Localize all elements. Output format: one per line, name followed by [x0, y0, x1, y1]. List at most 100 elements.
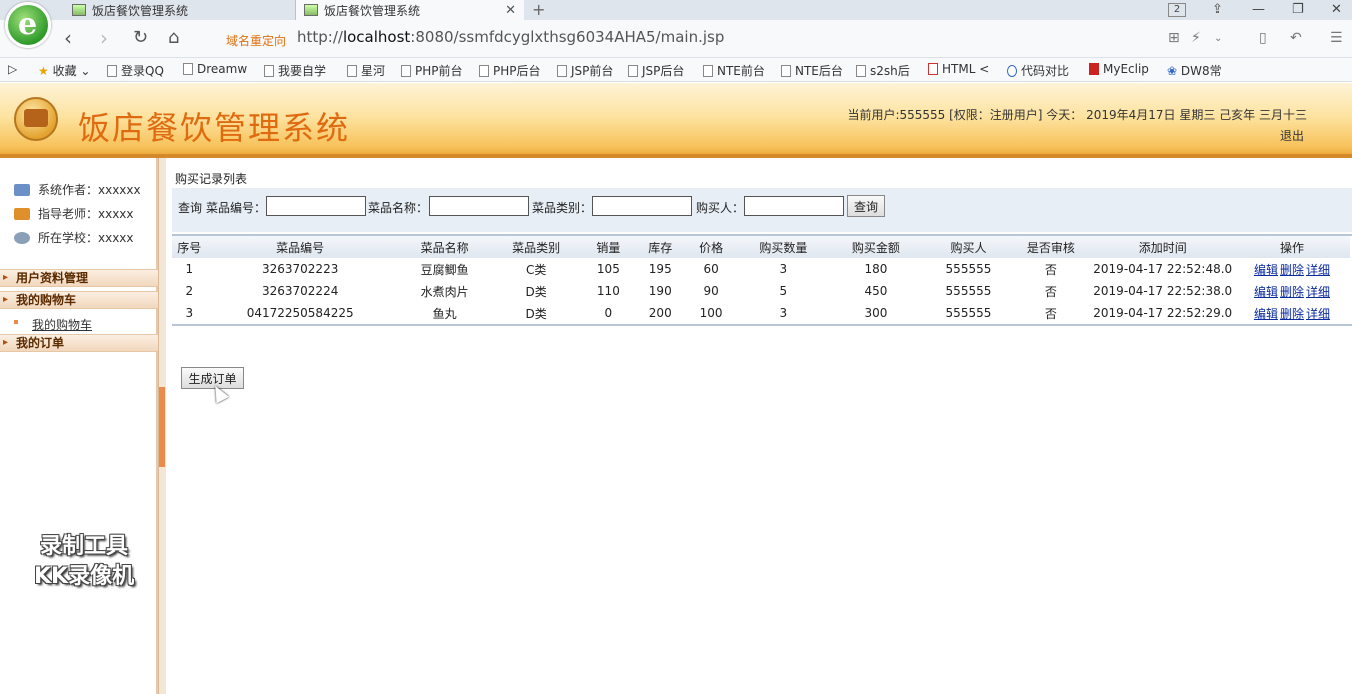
search-button[interactable]: 查询 [847, 195, 885, 217]
cell-dish-name: 豆腐鲫鱼 [420, 262, 469, 277]
bookmark-item[interactable]: Dreamw [183, 62, 247, 76]
page-favicon-icon [304, 4, 318, 16]
page-favicon-icon [72, 4, 86, 16]
column-header: 添加时间 [1138, 240, 1187, 255]
grid-icon[interactable]: ⊞ [1168, 30, 1180, 46]
menu-icon[interactable]: ☰ [1330, 30, 1343, 46]
logout-link[interactable]: 退出 [1280, 127, 1304, 144]
bookmark-icon[interactable]: ▯ [1259, 30, 1267, 46]
cell-dish-code: 04172250584225 [246, 306, 354, 320]
sidebar-toggle-icon[interactable]: ▷ [8, 62, 17, 76]
cell-quantity: 5 [779, 284, 788, 298]
column-header: 价格 [699, 240, 724, 255]
menu-shopping-cart[interactable]: 我的购物车 [0, 291, 158, 309]
bookmark-item[interactable]: 我要自学 [264, 62, 326, 79]
page-icon [781, 65, 791, 77]
bookmark-item[interactable]: 登录QQ [107, 62, 164, 79]
search-bar: 查询 菜品编号： 菜品名称： 菜品类别： 购买人： 查询 [172, 188, 1352, 232]
bookmark-item[interactable]: HTML < [928, 62, 989, 76]
menu-user-profile[interactable]: 用户资料管理 [0, 269, 158, 287]
sidebar: 系统作者：xxxxxx 指导老师：xxxxx 所在学校：xxxxx 用户资料管理… [0, 158, 160, 694]
forward-icon[interactable]: › [100, 26, 108, 50]
browser-tab-active[interactable]: 饭店餐饮管理系统 ✕ [296, 0, 524, 20]
sidebar-collapse-handle[interactable] [159, 387, 165, 467]
dish-category-input[interactable] [592, 196, 692, 216]
bookmark-item[interactable]: PHP后台 [479, 62, 541, 79]
bookmark-item[interactable]: 星河 [347, 62, 385, 79]
compare-icon [1007, 65, 1017, 77]
star-icon: ★ [38, 64, 49, 78]
cell-price: 90 [703, 284, 719, 298]
user-info: 当前用户:555555 [权限：注册用户] 今天： 2019年4月17日 星期三… [847, 108, 1307, 122]
bookmark-item[interactable]: s2sh后 [856, 62, 910, 79]
bookmark-item[interactable]: NTE前台 [703, 62, 765, 79]
cell-actions: 编辑 删除 详细 [1234, 258, 1350, 280]
delete-link[interactable]: 删除 [1280, 263, 1304, 277]
bookmark-item[interactable]: 代码对比 [1007, 62, 1069, 79]
submenu-my-cart[interactable]: 我的购物车 [32, 316, 92, 333]
undo-icon[interactable]: ↶ [1290, 30, 1302, 46]
chevron-down-icon[interactable]: ⌄ [1214, 33, 1222, 44]
tab-count-badge[interactable]: 2 [1168, 3, 1186, 17]
cell-category: C类 [525, 262, 547, 277]
home-icon[interactable]: ⌂ [168, 26, 179, 50]
detail-link[interactable]: 详细 [1306, 263, 1330, 277]
search-prefix-label: 查询 [178, 201, 203, 215]
edit-link[interactable]: 编辑 [1254, 263, 1278, 277]
dish-name-input[interactable] [429, 196, 529, 216]
close-window-icon[interactable]: ✕ [1331, 0, 1342, 20]
cell-quantity: 3 [779, 262, 788, 276]
cell-sales: 0 [604, 306, 613, 320]
cell-added-time: 2019-04-17 22:52:29.0 [1093, 306, 1233, 320]
delete-link[interactable]: 删除 [1280, 285, 1304, 299]
edit-link[interactable]: 编辑 [1254, 307, 1278, 321]
bookmark-icon [183, 63, 193, 75]
refresh-icon[interactable]: ↻ [133, 26, 148, 50]
restore-icon[interactable]: ❐ [1292, 0, 1304, 20]
cell-added-time: 2019-04-17 22:52:48.0 [1093, 262, 1233, 276]
cell-actions: 编辑 删除 详细 [1234, 302, 1350, 324]
new-tab-icon[interactable]: + [532, 0, 545, 20]
bookmark-item[interactable]: ❀ DW8常 [1167, 62, 1222, 79]
browser-tab[interactable]: 饭店餐饮管理系统 [64, 0, 296, 20]
edit-link[interactable]: 编辑 [1254, 285, 1278, 299]
school-info: 所在学校：xxxxx [14, 229, 134, 246]
app-title: 饭店餐饮管理系统 [78, 109, 351, 147]
back-icon[interactable]: ‹ [64, 26, 72, 50]
url-path: :8080/ssmfdcyglxthsg6034AHA5/main.jsp [410, 28, 725, 46]
bookmark-item[interactable]: JSP后台 [628, 62, 684, 79]
page-icon [703, 65, 713, 77]
buyer-label: 购买人： [696, 201, 745, 215]
page-icon [401, 65, 411, 77]
cell-dish-code: 3263702223 [261, 262, 339, 276]
myeclipse-icon [1089, 63, 1099, 75]
bookmark-item[interactable]: JSP前台 [557, 62, 613, 79]
delete-link[interactable]: 删除 [1280, 307, 1304, 321]
cell-sales: 110 [596, 284, 620, 298]
detail-link[interactable]: 详细 [1306, 307, 1330, 321]
url-input[interactable]: http://localhost:8080/ssmfdcyglxthsg6034… [297, 28, 724, 46]
cell-price: 60 [703, 262, 719, 276]
column-header: 菜品编号 [276, 240, 325, 255]
cell-dish-name: 鱼丸 [432, 306, 457, 321]
bookmark-item[interactable]: NTE后台 [781, 62, 843, 79]
bookmark-item[interactable]: ★ 收藏 ⌄ [38, 62, 90, 79]
list-title: 购买记录列表 [175, 172, 248, 186]
bookmark-icon [264, 65, 274, 77]
dish-code-input[interactable] [266, 196, 366, 216]
detail-link[interactable]: 详细 [1306, 285, 1330, 299]
buyer-input[interactable] [744, 196, 844, 216]
bookmark-item[interactable]: MyEclip [1089, 62, 1149, 76]
pin-icon[interactable]: ⇪ [1212, 0, 1223, 20]
column-header: 购买人 [950, 240, 987, 255]
bookmark-item[interactable]: PHP前台 [401, 62, 463, 79]
briefcase-icon [14, 207, 30, 220]
column-header: 销量 [596, 240, 621, 255]
minimize-icon[interactable]: — [1252, 0, 1265, 20]
menu-my-orders[interactable]: 我的订单 [0, 334, 158, 352]
dish-name-label: 菜品名称： [368, 201, 429, 215]
lightning-icon[interactable]: ⚡ [1191, 30, 1201, 46]
generate-order-button[interactable]: 生成订单 [181, 367, 244, 389]
close-tab-icon[interactable]: ✕ [505, 3, 516, 18]
cell-quantity: 3 [779, 306, 788, 320]
